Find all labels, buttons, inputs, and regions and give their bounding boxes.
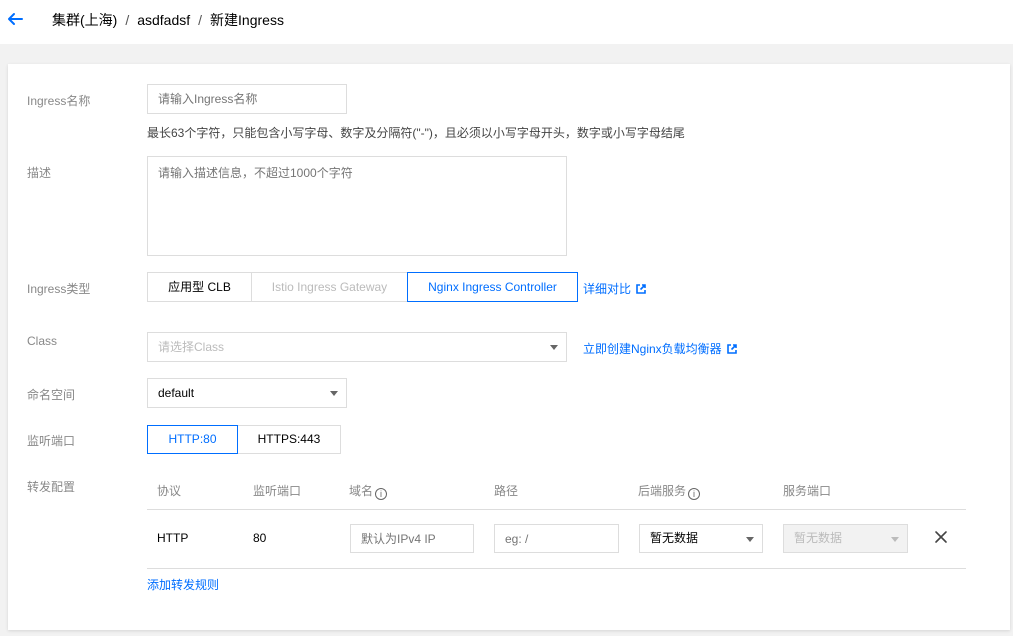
class-select[interactable]: 请选择Class (147, 332, 567, 362)
breadcrumb: 集群(上海) / asdfadsf / 新建Ingress (52, 10, 284, 30)
row-listen-port: 80 (253, 531, 267, 545)
path-input[interactable] (494, 524, 619, 553)
description-textarea[interactable] (147, 156, 567, 256)
type-label: Ingress类型 (27, 282, 91, 296)
breadcrumb-current-page: 新建Ingress (210, 12, 284, 28)
listen-port-label: 监听端口 (27, 434, 76, 448)
port-option-http[interactable]: HTTP:80 (147, 425, 238, 454)
column-backend-service: 后端服务 i (638, 482, 701, 500)
external-link-icon (726, 344, 737, 354)
service-port-select[interactable]: 暂无数据 (783, 524, 908, 553)
column-backend-service-label: 后端服务 (638, 484, 687, 498)
namespace-select[interactable]: default (147, 378, 347, 408)
info-icon[interactable]: i (375, 488, 388, 500)
close-icon[interactable] (933, 529, 949, 545)
column-protocol: 协议 (157, 484, 182, 498)
compare-link[interactable]: 详细对比 (583, 280, 646, 297)
column-domain: 域名 i (349, 482, 388, 500)
type-option-nginx[interactable]: Nginx Ingress Controller (407, 272, 578, 302)
create-nginx-lb-label: 立即创建Nginx负载均衡器 (583, 342, 722, 356)
create-nginx-lb-link[interactable]: 立即创建Nginx负载均衡器 (583, 340, 737, 357)
table-header-divider (147, 509, 966, 510)
forwarding-label: 转发配置 (27, 480, 76, 494)
ingress-name-input[interactable] (147, 84, 347, 114)
service-port-value: 暂无数据 (794, 531, 843, 545)
column-path: 路径 (494, 484, 519, 498)
breadcrumb-separator: / (198, 12, 203, 28)
top-bar: 集群(上海) / asdfadsf / 新建Ingress (0, 0, 1013, 44)
column-listen-port: 监听端口 (253, 484, 302, 498)
namespace-label: 命名空间 (27, 388, 76, 402)
backend-service-value: 暂无数据 (650, 531, 699, 545)
column-service-port: 服务端口 (783, 484, 832, 498)
backend-service-select[interactable]: 暂无数据 (639, 524, 763, 553)
type-option-clb[interactable]: 应用型 CLB (147, 272, 252, 302)
chevron-down-icon (746, 536, 754, 542)
table-row-divider (147, 568, 966, 569)
compare-link-label: 详细对比 (583, 282, 632, 296)
description-label: 描述 (27, 166, 52, 180)
class-label: Class (27, 334, 58, 348)
port-option-https[interactable]: HTTPS:443 (237, 425, 341, 454)
chevron-down-icon (550, 345, 558, 350)
add-rule-link[interactable]: 添加转发规则 (147, 576, 219, 593)
domain-input[interactable] (350, 524, 474, 553)
info-icon[interactable]: i (688, 488, 701, 500)
external-link-icon (636, 284, 646, 294)
class-select-placeholder: 请选择Class (158, 340, 225, 354)
row-protocol: HTTP (157, 531, 189, 545)
type-option-istio[interactable]: Istio Ingress Gateway (251, 272, 408, 302)
name-label: Ingress名称 (27, 94, 91, 108)
breadcrumb-separator: / (125, 12, 130, 28)
namespace-select-value: default (158, 386, 195, 400)
chevron-down-icon (330, 391, 338, 396)
back-arrow-icon[interactable] (6, 10, 24, 28)
form-card: Ingress名称 最长63个字符，只能包含小写字母、数字及分隔符("-")，且… (8, 64, 1010, 630)
column-domain-label: 域名 (349, 484, 374, 498)
breadcrumb-cluster[interactable]: 集群(上海) (52, 10, 117, 30)
chevron-down-icon (891, 536, 899, 542)
name-tip: 最长63个字符，只能包含小写字母、数字及分隔符("-")，且必须以小写字母开头，… (147, 126, 685, 140)
breadcrumb-namespace[interactable]: asdfadsf (137, 12, 190, 28)
